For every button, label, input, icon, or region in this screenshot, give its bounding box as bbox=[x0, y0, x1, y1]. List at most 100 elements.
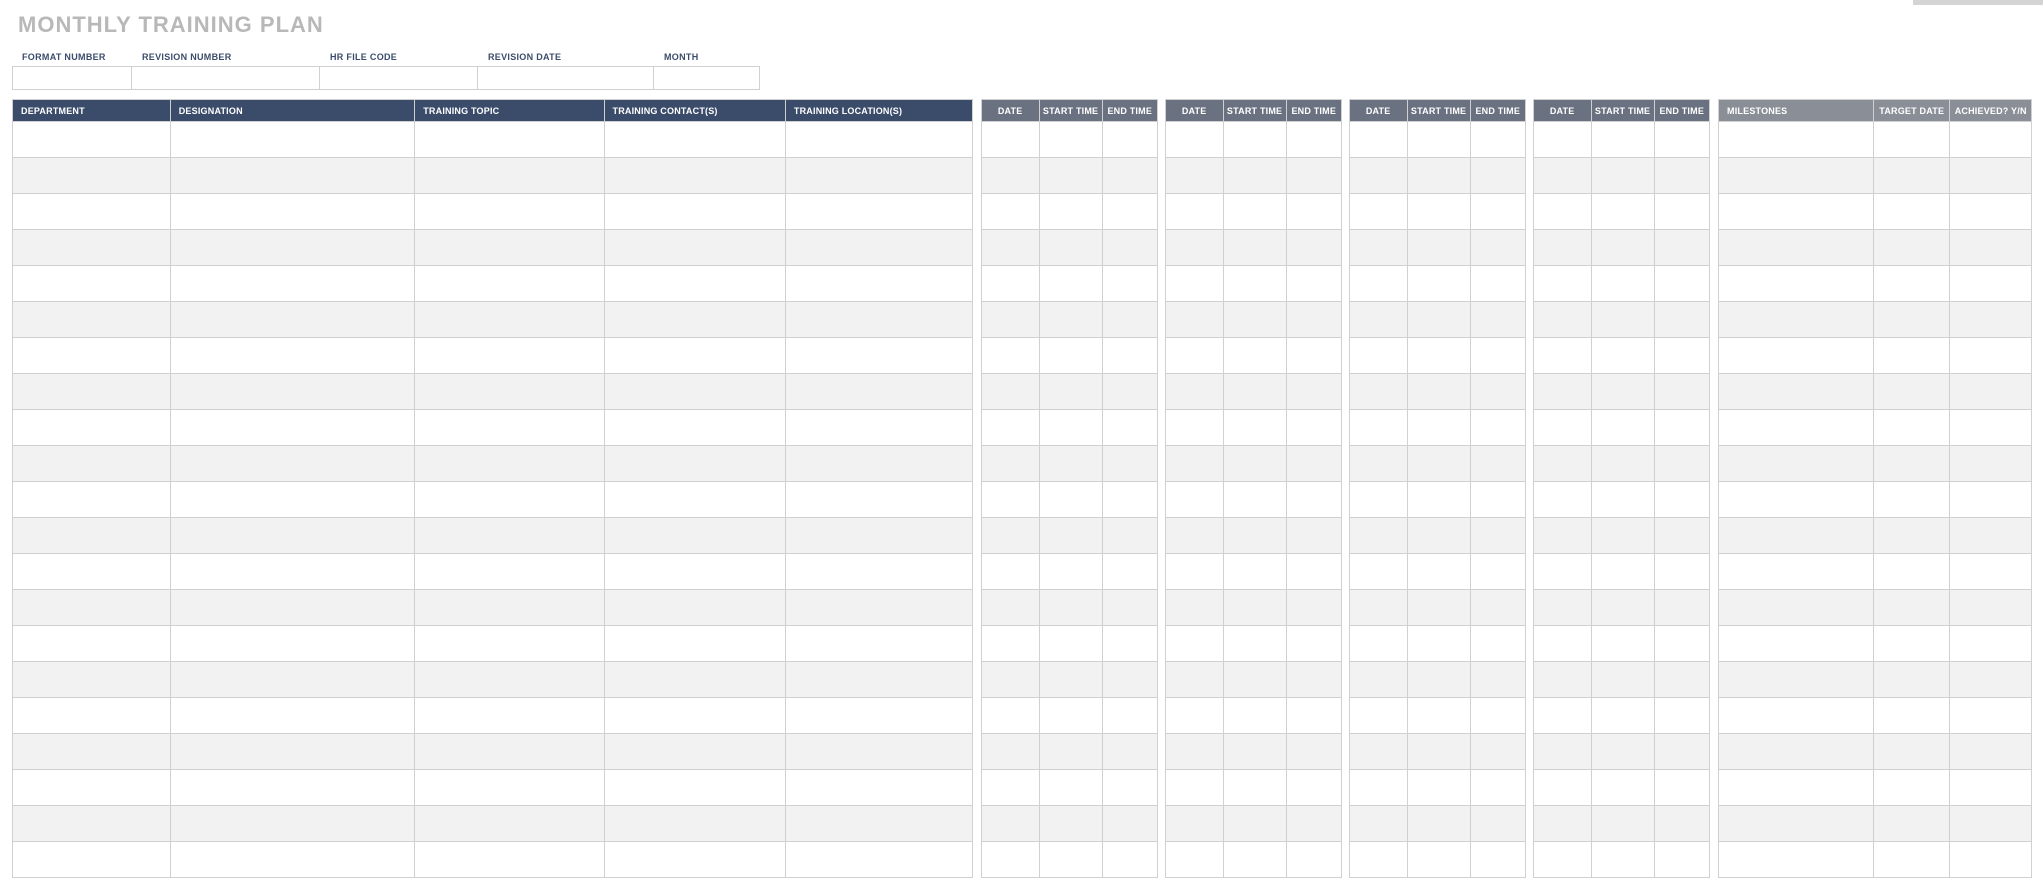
cell-w1_date[interactable] bbox=[981, 122, 1039, 158]
cell-w4_end[interactable] bbox=[1654, 770, 1709, 806]
cell-department[interactable] bbox=[13, 446, 171, 482]
cell-w1_end[interactable] bbox=[1102, 230, 1157, 266]
cell-w1_end[interactable] bbox=[1102, 410, 1157, 446]
cell-w3_start[interactable] bbox=[1407, 338, 1470, 374]
cell-training_contacts[interactable] bbox=[604, 410, 785, 446]
cell-w3_date[interactable] bbox=[1349, 662, 1407, 698]
cell-w4_end[interactable] bbox=[1654, 302, 1709, 338]
cell-w4_start[interactable] bbox=[1591, 806, 1654, 842]
cell-w3_start[interactable] bbox=[1407, 662, 1470, 698]
cell-department[interactable] bbox=[13, 590, 171, 626]
cell-w2_end[interactable] bbox=[1286, 842, 1341, 878]
cell-w2_date[interactable] bbox=[1165, 806, 1223, 842]
cell-w3_end[interactable] bbox=[1470, 338, 1525, 374]
cell-w2_date[interactable] bbox=[1165, 122, 1223, 158]
cell-training_topic[interactable] bbox=[415, 626, 604, 662]
cell-w1_date[interactable] bbox=[981, 446, 1039, 482]
cell-target_date[interactable] bbox=[1874, 806, 1950, 842]
cell-w2_end[interactable] bbox=[1286, 482, 1341, 518]
cell-milestones[interactable] bbox=[1719, 554, 1874, 590]
cell-w3_start[interactable] bbox=[1407, 302, 1470, 338]
cell-department[interactable] bbox=[13, 770, 171, 806]
cell-w4_date[interactable] bbox=[1533, 266, 1591, 302]
cell-w3_start[interactable] bbox=[1407, 806, 1470, 842]
cell-w2_end[interactable] bbox=[1286, 158, 1341, 194]
cell-w4_end[interactable] bbox=[1654, 194, 1709, 230]
cell-achieved[interactable] bbox=[1950, 122, 2032, 158]
cell-w1_end[interactable] bbox=[1102, 554, 1157, 590]
cell-training_topic[interactable] bbox=[415, 698, 604, 734]
cell-target_date[interactable] bbox=[1874, 662, 1950, 698]
cell-w1_start[interactable] bbox=[1039, 554, 1102, 590]
cell-w4_end[interactable] bbox=[1654, 734, 1709, 770]
cell-training_topic[interactable] bbox=[415, 770, 604, 806]
cell-training_topic[interactable] bbox=[415, 554, 604, 590]
cell-achieved[interactable] bbox=[1950, 446, 2032, 482]
cell-milestones[interactable] bbox=[1719, 446, 1874, 482]
cell-w3_end[interactable] bbox=[1470, 698, 1525, 734]
cell-training_contacts[interactable] bbox=[604, 554, 785, 590]
cell-w4_start[interactable] bbox=[1591, 338, 1654, 374]
cell-w4_date[interactable] bbox=[1533, 374, 1591, 410]
cell-w2_start[interactable] bbox=[1223, 302, 1286, 338]
cell-w3_date[interactable] bbox=[1349, 734, 1407, 770]
cell-department[interactable] bbox=[13, 122, 171, 158]
cell-w2_date[interactable] bbox=[1165, 770, 1223, 806]
cell-training_locations[interactable] bbox=[785, 842, 972, 878]
cell-w2_end[interactable] bbox=[1286, 806, 1341, 842]
cell-w1_start[interactable] bbox=[1039, 590, 1102, 626]
cell-w2_end[interactable] bbox=[1286, 698, 1341, 734]
cell-w3_start[interactable] bbox=[1407, 158, 1470, 194]
cell-w4_start[interactable] bbox=[1591, 554, 1654, 590]
cell-w2_end[interactable] bbox=[1286, 662, 1341, 698]
cell-w4_start[interactable] bbox=[1591, 266, 1654, 302]
cell-w1_date[interactable] bbox=[981, 374, 1039, 410]
cell-w4_end[interactable] bbox=[1654, 590, 1709, 626]
cell-training_locations[interactable] bbox=[785, 698, 972, 734]
cell-w1_end[interactable] bbox=[1102, 662, 1157, 698]
cell-department[interactable] bbox=[13, 626, 171, 662]
cell-w1_end[interactable] bbox=[1102, 338, 1157, 374]
cell-w4_start[interactable] bbox=[1591, 626, 1654, 662]
cell-w3_end[interactable] bbox=[1470, 626, 1525, 662]
cell-w3_date[interactable] bbox=[1349, 842, 1407, 878]
cell-w1_end[interactable] bbox=[1102, 194, 1157, 230]
cell-target_date[interactable] bbox=[1874, 518, 1950, 554]
cell-w1_end[interactable] bbox=[1102, 446, 1157, 482]
cell-w3_end[interactable] bbox=[1470, 734, 1525, 770]
cell-w3_start[interactable] bbox=[1407, 554, 1470, 590]
cell-w3_date[interactable] bbox=[1349, 482, 1407, 518]
cell-w1_start[interactable] bbox=[1039, 230, 1102, 266]
cell-achieved[interactable] bbox=[1950, 158, 2032, 194]
cell-achieved[interactable] bbox=[1950, 410, 2032, 446]
cell-department[interactable] bbox=[13, 842, 171, 878]
cell-w4_end[interactable] bbox=[1654, 338, 1709, 374]
cell-w3_end[interactable] bbox=[1470, 662, 1525, 698]
cell-w2_start[interactable] bbox=[1223, 734, 1286, 770]
cell-w4_date[interactable] bbox=[1533, 770, 1591, 806]
cell-w3_start[interactable] bbox=[1407, 698, 1470, 734]
cell-training_topic[interactable] bbox=[415, 158, 604, 194]
cell-w2_start[interactable] bbox=[1223, 158, 1286, 194]
cell-target_date[interactable] bbox=[1874, 302, 1950, 338]
cell-designation[interactable] bbox=[170, 806, 414, 842]
cell-w2_date[interactable] bbox=[1165, 734, 1223, 770]
cell-w3_end[interactable] bbox=[1470, 770, 1525, 806]
cell-w1_end[interactable] bbox=[1102, 734, 1157, 770]
cell-target_date[interactable] bbox=[1874, 698, 1950, 734]
cell-w3_date[interactable] bbox=[1349, 698, 1407, 734]
cell-w1_start[interactable] bbox=[1039, 842, 1102, 878]
cell-w1_start[interactable] bbox=[1039, 122, 1102, 158]
cell-w2_end[interactable] bbox=[1286, 446, 1341, 482]
cell-w3_end[interactable] bbox=[1470, 482, 1525, 518]
cell-training_contacts[interactable] bbox=[604, 230, 785, 266]
cell-w2_date[interactable] bbox=[1165, 302, 1223, 338]
cell-w4_start[interactable] bbox=[1591, 842, 1654, 878]
cell-training_contacts[interactable] bbox=[604, 662, 785, 698]
cell-w4_end[interactable] bbox=[1654, 266, 1709, 302]
cell-milestones[interactable] bbox=[1719, 662, 1874, 698]
cell-w2_date[interactable] bbox=[1165, 662, 1223, 698]
cell-w4_date[interactable] bbox=[1533, 698, 1591, 734]
cell-w2_date[interactable] bbox=[1165, 842, 1223, 878]
cell-w2_start[interactable] bbox=[1223, 374, 1286, 410]
